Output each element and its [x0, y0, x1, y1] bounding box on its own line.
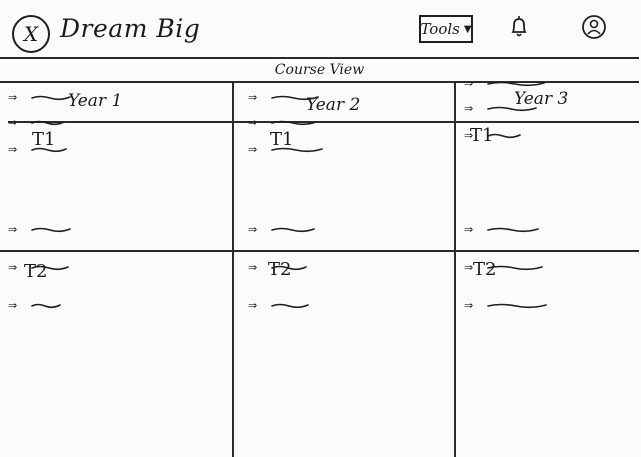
placeholder-text-line [31, 227, 71, 233]
caret-down-icon: ▼ [463, 23, 472, 35]
course-item[interactable]: ⇒ [464, 258, 548, 276]
course-item[interactable]: ⇒ [464, 74, 550, 92]
arrow-right-icon: ⇒ [248, 90, 258, 104]
placeholder-text-line [31, 303, 61, 309]
arrow-right-icon: ⇒ [8, 298, 18, 312]
placeholder-text-line [487, 265, 543, 271]
course-item[interactable]: ⇒ [8, 113, 70, 131]
course-item[interactable]: ⇒ [8, 220, 76, 238]
row-divider [0, 250, 639, 252]
arrow-right-icon: ⇒ [8, 142, 18, 156]
course-item[interactable]: ⇒ [248, 296, 314, 314]
placeholder-text-line [271, 147, 323, 153]
user-profile-icon[interactable] [579, 12, 609, 42]
placeholder-text-line [271, 265, 307, 271]
course-item[interactable]: ⇒ [464, 296, 552, 314]
placeholder-text-line [487, 303, 547, 309]
placeholder-text-line [271, 95, 319, 101]
course-item[interactable]: ⇒ [8, 88, 76, 106]
placeholder-text-line [31, 265, 69, 271]
placeholder-text-line [31, 147, 67, 153]
arrow-right-icon: ⇒ [464, 76, 474, 90]
course-item[interactable]: ⇒ [464, 220, 544, 238]
arrow-right-icon: ⇒ [464, 222, 474, 236]
app-header: X Dream Big Tools ▼ [0, 0, 641, 58]
row-divider [8, 121, 639, 123]
year-1-header: Year 1 [68, 91, 123, 111]
arrow-right-icon: ⇒ [8, 115, 18, 129]
placeholder-text-line [271, 303, 309, 309]
arrow-right-icon: ⇒ [248, 142, 258, 156]
arrow-right-icon: ⇒ [8, 260, 18, 274]
arrow-right-icon: ⇒ [464, 128, 474, 142]
course-item[interactable]: ⇒ [464, 126, 526, 144]
tools-label: Tools [420, 20, 460, 38]
arrow-right-icon: ⇒ [248, 298, 258, 312]
arrow-right-icon: ⇒ [464, 298, 474, 312]
placeholder-text-line [487, 106, 537, 112]
column-divider [232, 83, 234, 457]
course-item[interactable]: ⇒ [248, 220, 320, 238]
placeholder-text-line [487, 133, 521, 139]
logo-letter: X [23, 22, 39, 46]
app-title: Dream Big [60, 14, 201, 43]
column-divider [454, 83, 456, 457]
arrow-right-icon: ⇒ [464, 101, 474, 115]
arrow-right-icon: ⇒ [248, 260, 258, 274]
course-item[interactable]: ⇒ [8, 258, 74, 276]
arrow-right-icon: ⇒ [8, 90, 18, 104]
arrow-right-icon: ⇒ [464, 260, 474, 274]
course-item[interactable]: ⇒ [248, 113, 322, 131]
logo-close-icon[interactable]: X [12, 15, 50, 53]
placeholder-text-line [31, 120, 65, 126]
placeholder-text-line [487, 81, 545, 87]
course-grid: Year 1 Year 2 Year 3 T1 T1 T1 T2 T2 T2 ⇒… [0, 77, 639, 457]
course-view-title: Course View [274, 62, 365, 78]
arrow-right-icon: ⇒ [8, 222, 18, 236]
course-item[interactable]: ⇒ [248, 140, 328, 158]
course-item[interactable]: ⇒ [248, 88, 324, 106]
placeholder-text-line [487, 227, 539, 233]
bell-icon[interactable] [504, 12, 534, 42]
course-item[interactable]: ⇒ [8, 296, 66, 314]
placeholder-text-line [31, 95, 71, 101]
tools-dropdown-button[interactable]: Tools ▼ [419, 15, 473, 43]
arrow-right-icon: ⇒ [248, 222, 258, 236]
course-item[interactable]: ⇒ [248, 258, 312, 276]
course-item[interactable]: ⇒ [464, 99, 542, 117]
placeholder-text-line [271, 120, 317, 126]
course-item[interactable]: ⇒ [8, 140, 72, 158]
placeholder-text-line [271, 227, 315, 233]
arrow-right-icon: ⇒ [248, 115, 258, 129]
